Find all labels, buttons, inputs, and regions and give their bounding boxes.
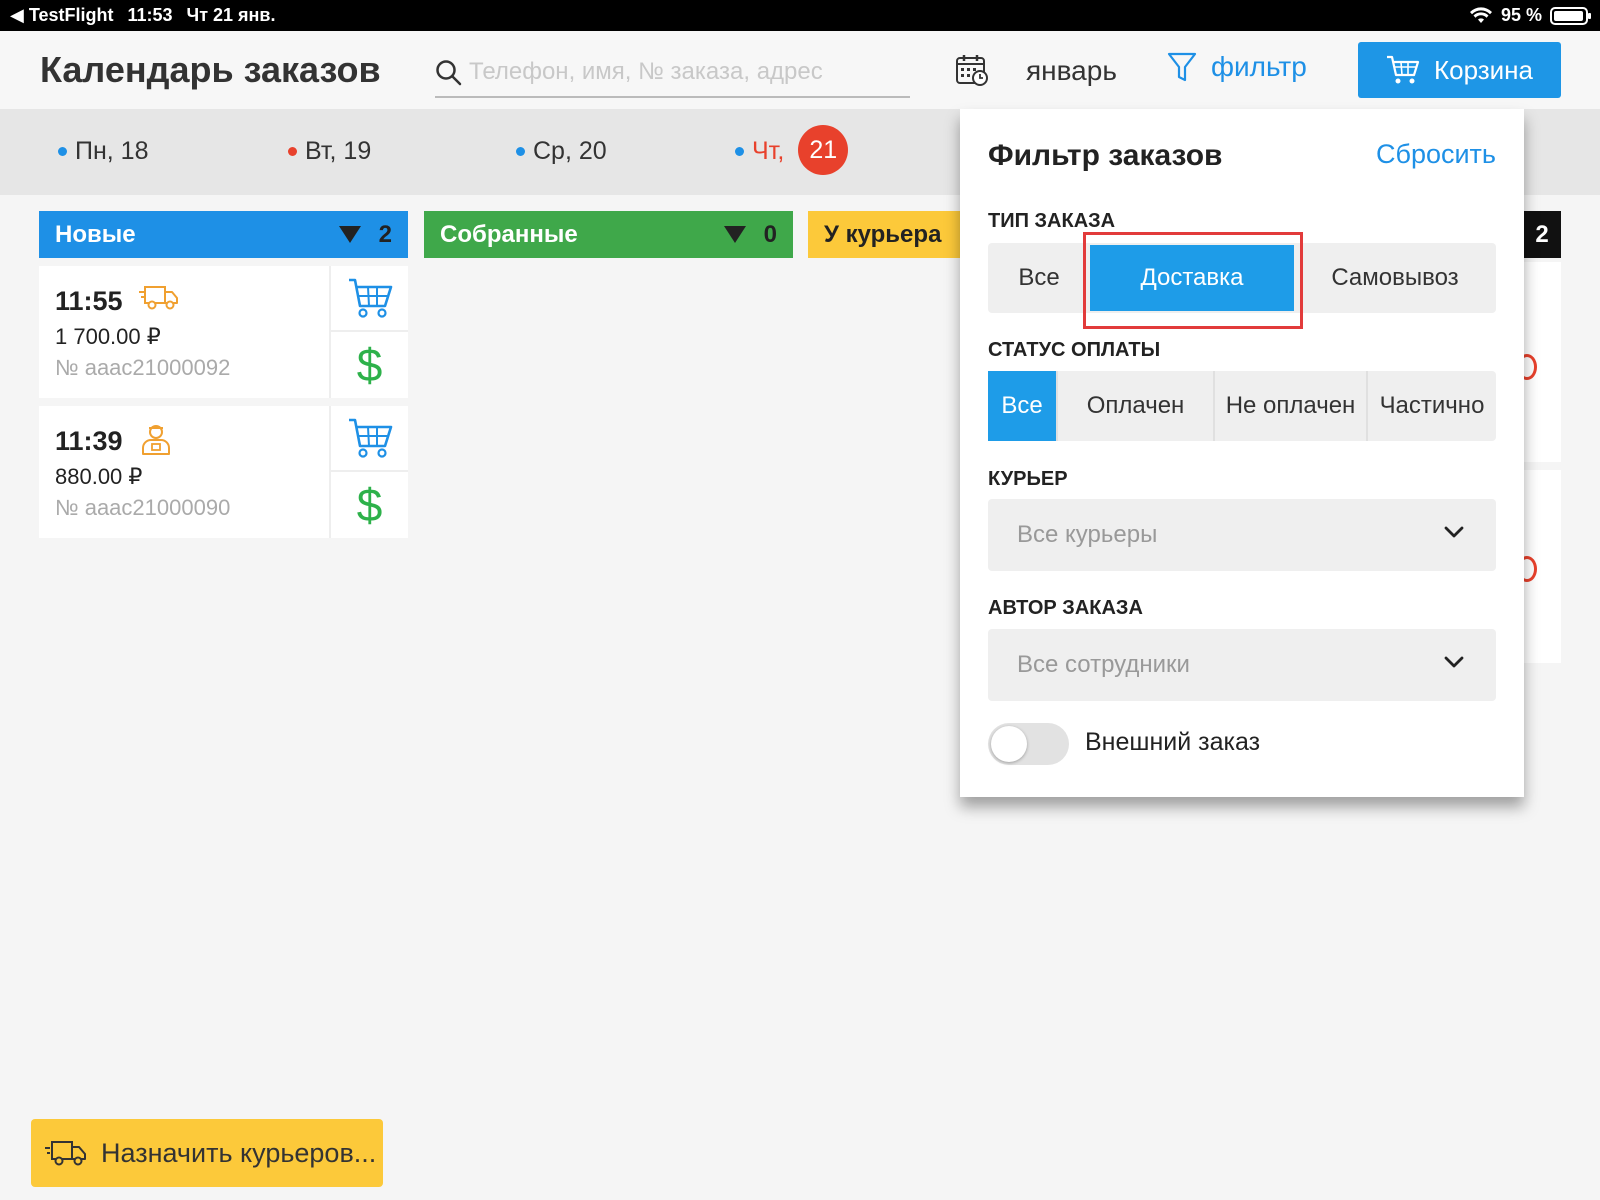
month-selector[interactable]: январь [1026,55,1117,87]
order-type-all-option[interactable]: Все [988,243,1090,313]
page-title: Календарь заказов [40,49,381,90]
courier-label: КУРЬЕР [988,468,1068,490]
add-to-cart-button[interactable] [331,406,408,472]
status-time: 11:53 [127,5,173,25]
cart-icon [1386,55,1420,84]
column-count-badge: 2 [1523,211,1561,258]
day-tab-wed[interactable]: Ср, 20 [516,137,607,166]
delivery-truck-icon [139,286,178,310]
order-card[interactable]: 11:39 880.00 ₽ № aaac21000090 $ [39,406,408,538]
column-courier-header[interactable]: У курьера [808,211,960,258]
payment-status-label: СТАТУС ОПЛАТЫ [988,339,1161,361]
payment-partial-option[interactable]: Частично [1366,371,1496,441]
day-tab-tue[interactable]: Вт, 19 [288,137,371,166]
column-new-header[interactable]: Новые 2 [39,211,408,258]
filter-button[interactable]: фильтр [1167,51,1307,83]
highlight-box [1083,232,1303,329]
toggle-knob [991,726,1027,762]
cart-icon [348,278,392,318]
search-icon [436,60,462,86]
courier-person-icon [142,425,170,455]
payment-paid-option[interactable]: Оплачен [1056,371,1213,441]
assign-couriers-button[interactable]: Назначить курьеров... [31,1119,383,1187]
courier-select[interactable]: Все курьеры [988,499,1496,571]
payment-dollar-button[interactable]: $ [331,332,408,398]
today-badge: 21 [798,125,849,175]
status-date: Чт 21 янв. [186,5,276,25]
day-status-dot [58,147,67,156]
add-to-cart-button[interactable] [331,266,408,332]
search-box [435,51,910,98]
delivery-truck-icon [45,1141,86,1166]
app-header: Календарь заказов январь фильтр Корзин [0,31,1600,109]
cart-icon [348,418,392,458]
day-status-dot [516,147,525,156]
funnel-icon [1167,52,1197,82]
payment-all-option[interactable]: Все [988,371,1056,441]
filter-popup-title: Фильтр заказов [988,139,1223,172]
cart-button[interactable]: Корзина [1358,42,1561,98]
status-bar: ◀ TestFlight 11:53 Чт 21 янв. 95 % [0,0,1600,31]
order-time: 11:55 [55,286,123,316]
calendar-icon[interactable] [955,53,989,87]
back-to-app-link[interactable]: ◀ TestFlight [10,5,114,26]
author-select-value: Все сотрудники [1017,651,1190,678]
external-order-toggle[interactable] [988,723,1069,765]
battery-percent: 95 % [1500,5,1542,25]
day-tab-thu-today[interactable]: Чт, 21 [735,125,849,175]
wifi-icon [1469,6,1492,23]
payment-unpaid-option[interactable]: Не оплачен [1213,371,1366,441]
sort-triangle-icon[interactable] [723,226,746,243]
cart-label: Корзина [1433,54,1534,85]
day-status-dot [288,147,297,156]
order-card[interactable]: 11:55 1 700.00 ₽ № aaac21000092 $ [39,266,408,398]
sort-triangle-icon[interactable] [338,226,361,243]
payment-dollar-button[interactable]: $ [331,472,408,538]
payment-status-segmented-control: Все Оплачен Не оплачен Частично [988,371,1496,441]
assign-couriers-label: Назначить курьеров... [101,1137,377,1168]
reset-filter-button[interactable]: Сбросить [1376,139,1496,170]
chevron-down-icon [1444,656,1464,668]
order-type-pickup-option[interactable]: Самовывоз [1294,243,1496,313]
day-status-dot [735,146,744,156]
filter-label: фильтр [1211,51,1307,82]
order-type-label: ТИП ЗАКАЗА [988,210,1116,232]
chevron-down-icon [1444,526,1464,538]
order-number: № aaac21000092 [55,355,231,380]
external-order-label: Внешний заказ [1085,728,1261,756]
search-input[interactable] [469,57,899,87]
order-time: 11:39 [55,426,123,456]
column-assembled-header[interactable]: Собранные 0 [424,211,793,258]
author-label: АВТОР ЗАКАЗА [988,597,1143,619]
order-price: 1 700.00 ₽ [55,324,161,349]
courier-select-value: Все курьеры [1017,521,1158,548]
filter-popup: Фильтр заказов Сбросить ТИП ЗАКАЗА Все Д… [960,109,1524,797]
author-select[interactable]: Все сотрудники [988,629,1496,701]
battery-icon [1550,6,1591,25]
day-tab-mon[interactable]: Пн, 18 [58,137,148,166]
order-price: 880.00 ₽ [55,464,143,489]
order-number: № aaac21000090 [55,495,231,520]
